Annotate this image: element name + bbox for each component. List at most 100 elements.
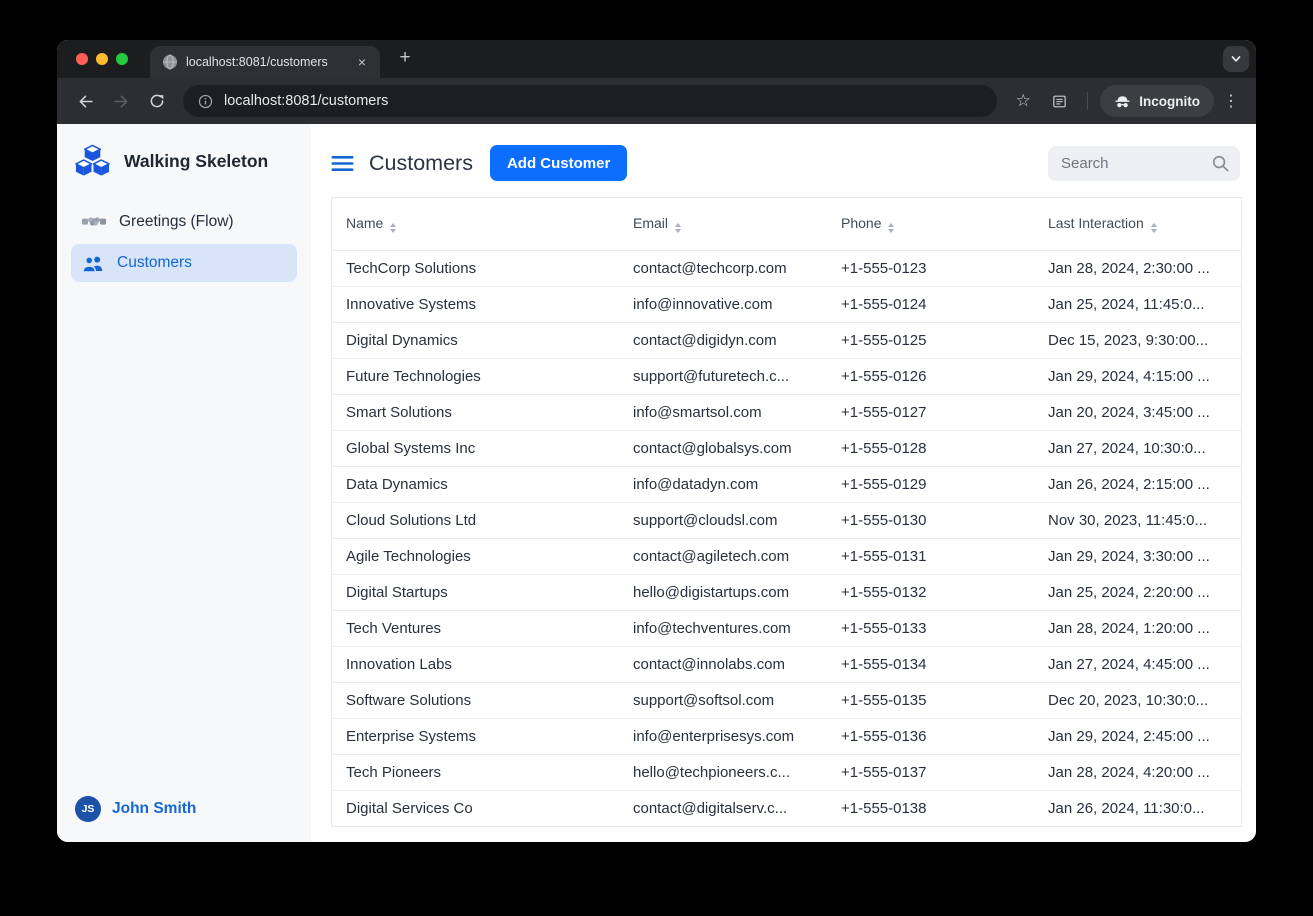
column-header-email[interactable]: Email (619, 198, 827, 250)
cell-email: contact@globalsys.com (619, 430, 827, 466)
column-header-last-interaction[interactable]: Last Interaction (1034, 198, 1241, 250)
column-header-name[interactable]: Name (332, 198, 619, 250)
table-row[interactable]: Tech Ventures info@techventures.com +1-5… (332, 610, 1241, 646)
customers-table: Name Email Phone Last Interaction TechCo… (331, 197, 1242, 827)
table-row[interactable]: Cloud Solutions Ltd support@cloudsl.com … (332, 502, 1241, 538)
user-name: John Smith (112, 800, 196, 818)
cell-name: Global Systems Inc (332, 430, 619, 466)
tab-close-icon[interactable]: × (354, 54, 370, 70)
minimize-window-button[interactable] (96, 53, 108, 65)
table-row[interactable]: Data Dynamics info@datadyn.com +1-555-01… (332, 466, 1241, 502)
site-info-icon[interactable] (197, 93, 214, 110)
window-controls (76, 53, 128, 65)
cell-last-interaction: Jan 28, 2024, 2:30:00 ... (1034, 250, 1241, 286)
cell-email: contact@agiletech.com (619, 538, 827, 574)
table-row[interactable]: Future Technologies support@futuretech.c… (332, 358, 1241, 394)
sort-icon (1151, 223, 1157, 233)
user-profile[interactable]: JS John Smith (71, 796, 297, 822)
cell-phone: +1-555-0133 (827, 610, 1034, 646)
cell-phone: +1-555-0135 (827, 682, 1034, 718)
back-button[interactable] (69, 85, 101, 117)
table-row[interactable]: Digital Startups hello@digistartups.com … (332, 574, 1241, 610)
brand-link[interactable]: Walking Skeleton (71, 140, 297, 181)
search-box (1048, 146, 1240, 181)
cell-name: Digital Services Co (332, 790, 619, 826)
tab-strip: localhost:8081/customers × + (57, 40, 1256, 78)
cell-phone: +1-555-0136 (827, 718, 1034, 754)
sidebar-spacer (71, 285, 297, 796)
cell-name: TechCorp Solutions (332, 250, 619, 286)
zoom-window-button[interactable] (116, 53, 128, 65)
cell-last-interaction: Jan 26, 2024, 2:15:00 ... (1034, 466, 1241, 502)
main-panel: Customers Add Customer (311, 124, 1256, 842)
browser-toolbar: localhost:8081/customers ☆ Incognito (57, 78, 1256, 124)
table-row[interactable]: Innovative Systems info@innovative.com +… (332, 286, 1241, 322)
sidebar-item-greetings[interactable]: Greetings (Flow) (71, 203, 297, 241)
table-row[interactable]: Global Systems Inc contact@globalsys.com… (332, 430, 1241, 466)
cell-email: info@techventures.com (619, 610, 827, 646)
cell-last-interaction: Jan 28, 2024, 4:20:00 ... (1034, 754, 1241, 790)
reload-button[interactable] (141, 85, 173, 117)
url-text: localhost:8081/customers (224, 93, 388, 109)
table-row[interactable]: Smart Solutions info@smartsol.com +1-555… (332, 394, 1241, 430)
cell-last-interaction: Dec 15, 2023, 9:30:00... (1034, 322, 1241, 358)
cell-name: Enterprise Systems (332, 718, 619, 754)
app-content: Walking Skeleton Greetings (Flow) (57, 124, 1256, 842)
cell-name: Data Dynamics (332, 466, 619, 502)
browser-window: localhost:8081/customers × + (57, 40, 1256, 842)
avatar: JS (75, 796, 101, 822)
cell-phone: +1-555-0130 (827, 502, 1034, 538)
table-row[interactable]: Digital Services Co contact@digitalserv.… (332, 790, 1241, 826)
cell-name: Cloud Solutions Ltd (332, 502, 619, 538)
cell-phone: +1-555-0134 (827, 646, 1034, 682)
sort-icon (675, 223, 681, 233)
table-row[interactable]: Digital Dynamics contact@digidyn.com +1-… (332, 322, 1241, 358)
table-row[interactable]: Enterprise Systems info@enterprisesys.co… (332, 718, 1241, 754)
table-row[interactable]: Software Solutions support@softsol.com +… (332, 682, 1241, 718)
cell-email: contact@digitalserv.c... (619, 790, 827, 826)
handshake-icon (82, 213, 106, 231)
table-row[interactable]: Agile Technologies contact@agiletech.com… (332, 538, 1241, 574)
browser-menu-button[interactable]: ⋮ (1218, 85, 1244, 117)
cell-phone: +1-555-0124 (827, 286, 1034, 322)
sidebar-item-label: Customers (117, 254, 192, 272)
column-header-phone[interactable]: Phone (827, 198, 1034, 250)
cell-email: support@softsol.com (619, 682, 827, 718)
cell-last-interaction: Nov 30, 2023, 11:45:0... (1034, 502, 1241, 538)
close-window-button[interactable] (76, 53, 88, 65)
table-row[interactable]: Innovation Labs contact@innolabs.com +1-… (332, 646, 1241, 682)
add-customer-button[interactable]: Add Customer (490, 145, 627, 181)
cell-email: info@enterprisesys.com (619, 718, 827, 754)
url-bar[interactable]: localhost:8081/customers (183, 85, 997, 117)
table-row[interactable]: Tech Pioneers hello@techpioneers.c... +1… (332, 754, 1241, 790)
sidebar: Walking Skeleton Greetings (Flow) (57, 124, 311, 842)
browser-tab[interactable]: localhost:8081/customers × (150, 46, 380, 78)
table-header-row: Name Email Phone Last Interaction (332, 198, 1241, 250)
new-tab-button[interactable]: + (394, 48, 416, 70)
cell-email: info@innovative.com (619, 286, 827, 322)
bookmark-button[interactable]: ☆ (1007, 85, 1039, 117)
forward-button[interactable] (105, 85, 137, 117)
cell-phone: +1-555-0137 (827, 754, 1034, 790)
cell-name: Future Technologies (332, 358, 619, 394)
sidebar-item-customers[interactable]: Customers (71, 244, 297, 282)
incognito-label: Incognito (1139, 94, 1200, 109)
cell-name: Smart Solutions (332, 394, 619, 430)
sort-icon (888, 223, 894, 233)
reading-list-button[interactable] (1043, 85, 1075, 117)
tab-search-chevron-button[interactable] (1223, 46, 1249, 72)
cell-email: support@cloudsl.com (619, 502, 827, 538)
cell-name: Software Solutions (332, 682, 619, 718)
menu-toggle-button[interactable] (331, 154, 354, 173)
table-row[interactable]: TechCorp Solutions contact@techcorp.com … (332, 250, 1241, 286)
reload-icon (148, 92, 166, 110)
cell-last-interaction: Dec 20, 2023, 10:30:0... (1034, 682, 1241, 718)
cell-last-interaction: Jan 29, 2024, 3:30:00 ... (1034, 538, 1241, 574)
cell-name: Agile Technologies (332, 538, 619, 574)
cell-name: Digital Dynamics (332, 322, 619, 358)
brand-name: Walking Skeleton (124, 151, 268, 172)
incognito-badge: Incognito (1100, 85, 1214, 117)
cell-name: Tech Pioneers (332, 754, 619, 790)
cell-last-interaction: Jan 29, 2024, 4:15:00 ... (1034, 358, 1241, 394)
kebab-menu-icon: ⋮ (1223, 91, 1239, 111)
